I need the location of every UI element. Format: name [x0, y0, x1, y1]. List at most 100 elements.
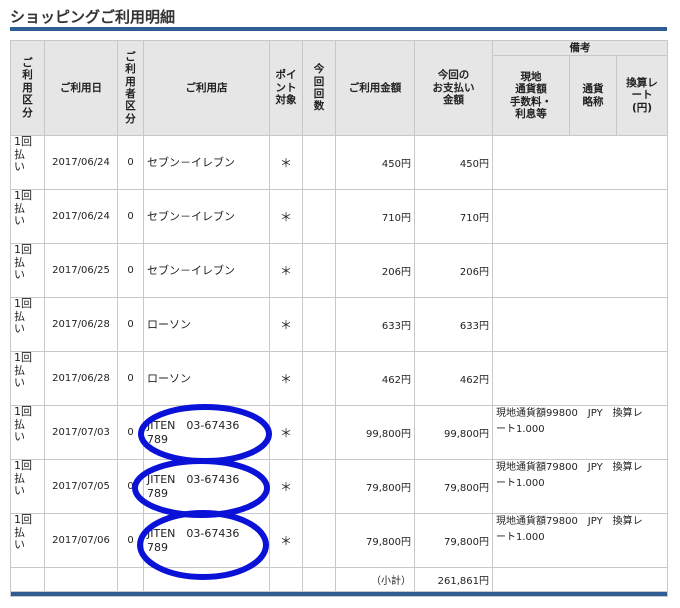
shop-l1: JITEN 03-67436	[147, 527, 240, 541]
type-l1: 1回	[14, 189, 32, 202]
header-local-amount: 現地 通貨額 手数料・ 利息等	[492, 55, 570, 136]
header-local-l1: 現地	[520, 70, 542, 83]
header-date: ご利用日	[44, 40, 118, 136]
row-user: 0	[117, 405, 144, 460]
subtotal-label: （小計）	[335, 567, 415, 592]
row-point: ＊	[269, 189, 303, 244]
header-payment-l2: お支払い	[432, 81, 475, 94]
table-row: 1回払い 2017/06/28 0 ローソン ＊ 633円 633円	[10, 297, 669, 352]
row-point: ＊	[269, 351, 303, 406]
type-l1: 1回	[14, 135, 32, 148]
note-l2: ート1.000	[496, 477, 545, 489]
row-amount: 79,800円	[335, 459, 415, 514]
table-row: 1回払い 2017/06/24 0 セブン－イレブン ＊ 450円 450円	[10, 135, 669, 190]
row-date: 2017/06/24	[44, 135, 118, 190]
row-count	[302, 243, 336, 298]
row-point: ＊	[269, 135, 303, 190]
row-note: 現地通貨額79800 JPY 換算レ ート1.000	[491, 513, 669, 568]
table-row: 1回払い 2017/06/25 0 セブン－イレブン ＊ 206円 206円	[10, 243, 669, 298]
shop-l1: JITEN 03-67436	[147, 419, 240, 433]
row-user: 0	[117, 243, 144, 298]
subtotal-empty-cell	[143, 567, 270, 592]
row-note	[491, 243, 669, 298]
subtotal-row: （小計） 261,861円	[10, 567, 669, 592]
header-amount: ご利用金額	[335, 40, 415, 136]
header-rate-l3: (円)	[631, 101, 653, 114]
row-user: 0	[117, 351, 144, 406]
subtotal-empty-cell	[302, 567, 336, 592]
row-date: 2017/07/05	[44, 459, 118, 514]
row-type: 1回払い	[10, 351, 45, 406]
row-type: 1回払い	[10, 405, 45, 460]
type-l3: い	[14, 376, 25, 390]
row-shop: セブン－イレブン	[143, 189, 270, 244]
type-l3: い	[14, 484, 25, 498]
row-shop: JITEN 03-67436 789	[143, 459, 270, 514]
footer-bar-cell	[9, 591, 669, 597]
row-count	[302, 405, 336, 460]
row-type: 1回払い	[10, 189, 45, 244]
row-user: 0	[117, 189, 144, 244]
shop-l1: セブン－イレブン	[147, 209, 235, 223]
subtotal-value: 261,861円	[414, 567, 493, 592]
row-count	[302, 459, 336, 514]
row-amount: 99,800円	[335, 405, 415, 460]
note-l2: ート1.000	[496, 423, 545, 435]
table-row: 1回払い 2017/07/03 0 JITEN 03-67436 789 ＊ 99…	[10, 405, 669, 460]
row-payment: 462円	[414, 351, 493, 406]
row-date: 2017/06/24	[44, 189, 118, 244]
row-shop: JITEN 03-67436 789	[143, 513, 270, 568]
shop-l1: JITEN 03-67436	[147, 473, 240, 487]
type-l3: い	[14, 430, 25, 444]
type-l1: 1回	[14, 351, 32, 364]
row-note	[491, 297, 669, 352]
subtotal-empty-cell	[491, 567, 669, 592]
header-user-label: ご利用者区分	[125, 50, 136, 125]
row-shop: JITEN 03-67436 789	[143, 405, 270, 460]
row-payment: 99,800円	[414, 405, 493, 460]
row-payment: 79,800円	[414, 459, 493, 514]
shop-l2: 789	[147, 540, 168, 554]
header-user: ご利用者区分	[117, 40, 144, 136]
header-currency-l2: 略称	[582, 95, 604, 108]
row-count	[302, 189, 336, 244]
type-l1: 1回	[14, 405, 32, 418]
header-type-label: ご利用区分	[22, 57, 33, 119]
type-l1: 1回	[14, 459, 32, 472]
row-type: 1回払い	[10, 513, 45, 568]
row-user: 0	[117, 135, 144, 190]
title-underline	[10, 27, 667, 31]
type-l3: い	[14, 322, 25, 336]
row-amount: 79,800円	[335, 513, 415, 568]
subtotal-empty-cell	[117, 567, 144, 592]
row-date: 2017/06/25	[44, 243, 118, 298]
table-footer-bar	[9, 591, 669, 597]
row-note	[491, 189, 669, 244]
type-l3: い	[14, 160, 25, 174]
note-l1: 現地通貨額99800 JPY 換算レ	[496, 408, 643, 419]
header-type: ご利用区分	[10, 40, 45, 136]
row-date: 2017/07/06	[44, 513, 118, 568]
header-local-l3: 手数料・	[510, 95, 552, 108]
row-date: 2017/07/03	[44, 405, 118, 460]
statement-table: ご利用区分 ご利用日 ご利用者区分 ご利用店 ポイント対象 今回回数 ご利用金額…	[9, 40, 669, 597]
header-count-label: 今回回数	[313, 63, 325, 113]
note-l2: ート1.000	[496, 531, 545, 543]
row-type: 1回払い	[10, 135, 45, 190]
header-currency: 通貨 略称	[569, 55, 617, 136]
header-point-label: ポイント対象	[275, 69, 297, 107]
row-point: ＊	[269, 405, 303, 460]
row-amount: 633円	[335, 297, 415, 352]
type-l3: い	[14, 214, 25, 228]
row-note: 現地通貨額79800 JPY 換算レ ート1.000	[491, 459, 669, 514]
header-rate-l2: ート	[631, 89, 653, 102]
note-l1: 現地通貨額79800 JPY 換算レ	[496, 462, 643, 473]
row-count	[302, 351, 336, 406]
header-payment-l3: 金額	[443, 94, 464, 107]
row-shop: ローソン	[143, 351, 270, 406]
row-point: ＊	[269, 243, 303, 298]
shop-l1: セブン－イレブン	[147, 263, 235, 277]
type-l3: い	[14, 538, 25, 552]
row-note: 現地通貨額99800 JPY 換算レ ート1.000	[491, 405, 669, 460]
row-point: ＊	[269, 459, 303, 514]
